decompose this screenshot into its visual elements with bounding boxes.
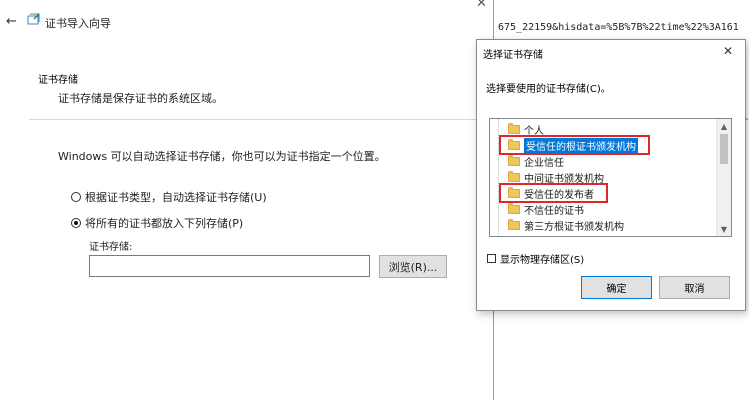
folder-icon: [508, 122, 520, 134]
dialog-title: 选择证书存储: [483, 50, 543, 61]
ok-button[interactable]: 确定: [581, 276, 652, 299]
radio-auto-select[interactable]: 根据证书类型，自动选择证书存储(U): [71, 189, 267, 205]
close-icon[interactable]: ✕: [476, 0, 487, 11]
divider: [29, 119, 494, 120]
certificate-import-wizard: ← 证书导入向导 ✕ 证书存储 证书存储是保存证书的系统区域。 Windows …: [0, 0, 494, 400]
tree-item-label: 第三方根证书颁发机构: [524, 221, 624, 233]
back-arrow-icon[interactable]: ←: [6, 14, 17, 29]
scroll-down-icon[interactable]: ▼: [717, 222, 731, 236]
dialog-close-icon[interactable]: ✕: [723, 44, 733, 58]
store-label: 证书存储:: [89, 242, 133, 253]
radio-manual-label: 将所有的证书都放入下列存储(P): [85, 217, 244, 230]
background-url-text: 675_22159&hisdata=%5B%7B%22time%22%3A161: [498, 22, 739, 33]
tree-item-intermediate[interactable]: 中间证书颁发机构: [508, 170, 604, 185]
scroll-up-icon[interactable]: ▲: [717, 119, 731, 133]
tree-item-label: 不信任的证书: [524, 205, 584, 217]
cancel-button[interactable]: 取消: [659, 276, 730, 299]
show-physical-label: 显示物理存储区(S): [500, 255, 585, 266]
wizard-title: 证书导入向导: [45, 17, 111, 30]
radio-manual-store[interactable]: 将所有的证书都放入下列存储(P): [71, 215, 243, 231]
section-title: 证书存储: [38, 75, 78, 86]
radio-button-checked[interactable]: [71, 218, 81, 228]
radio-auto-label: 根据证书类型，自动选择证书存储(U): [85, 191, 267, 204]
dialog-prompt: 选择要使用的证书存储(C)。: [486, 84, 611, 95]
tree-scrollbar[interactable]: ▲ ▼: [716, 119, 731, 236]
tree-item-personal[interactable]: 个人: [508, 122, 544, 137]
tree-item-label: 企业信任: [524, 157, 564, 169]
scroll-thumb[interactable]: [720, 134, 728, 164]
tree-item-enterprise-trust[interactable]: 企业信任: [508, 154, 564, 169]
folder-icon: [508, 170, 520, 182]
tree-item-third-party-root[interactable]: 第三方根证书颁发机构: [508, 218, 624, 233]
select-store-dialog: 选择证书存储 ✕ 选择要使用的证书存储(C)。 个人 受信任的根证书颁发机构 企…: [476, 39, 746, 311]
intro-text: Windows 可以自动选择证书存储，你也可以为证书指定一个位置。: [58, 150, 386, 163]
certificate-wizard-icon: [27, 13, 40, 25]
show-physical-checkbox[interactable]: 显示物理存储区(S): [487, 251, 584, 266]
section-description: 证书存储是保存证书的系统区域。: [58, 92, 223, 105]
radio-button[interactable]: [71, 192, 81, 202]
annotation-highlight-trusted-publishers: [499, 183, 608, 203]
store-tree[interactable]: 个人 受信任的根证书颁发机构 企业信任 中间证书颁发机构 受信任的发布者 不信任…: [489, 118, 732, 237]
annotation-highlight-trusted-root: [499, 135, 650, 155]
folder-icon: [508, 202, 520, 214]
tree-item-untrusted[interactable]: 不信任的证书: [508, 202, 584, 217]
folder-icon: [508, 218, 520, 230]
browse-button[interactable]: 浏览(R)...: [379, 255, 447, 278]
folder-icon: [508, 154, 520, 166]
store-input[interactable]: [89, 255, 370, 277]
checkbox[interactable]: [487, 254, 496, 263]
